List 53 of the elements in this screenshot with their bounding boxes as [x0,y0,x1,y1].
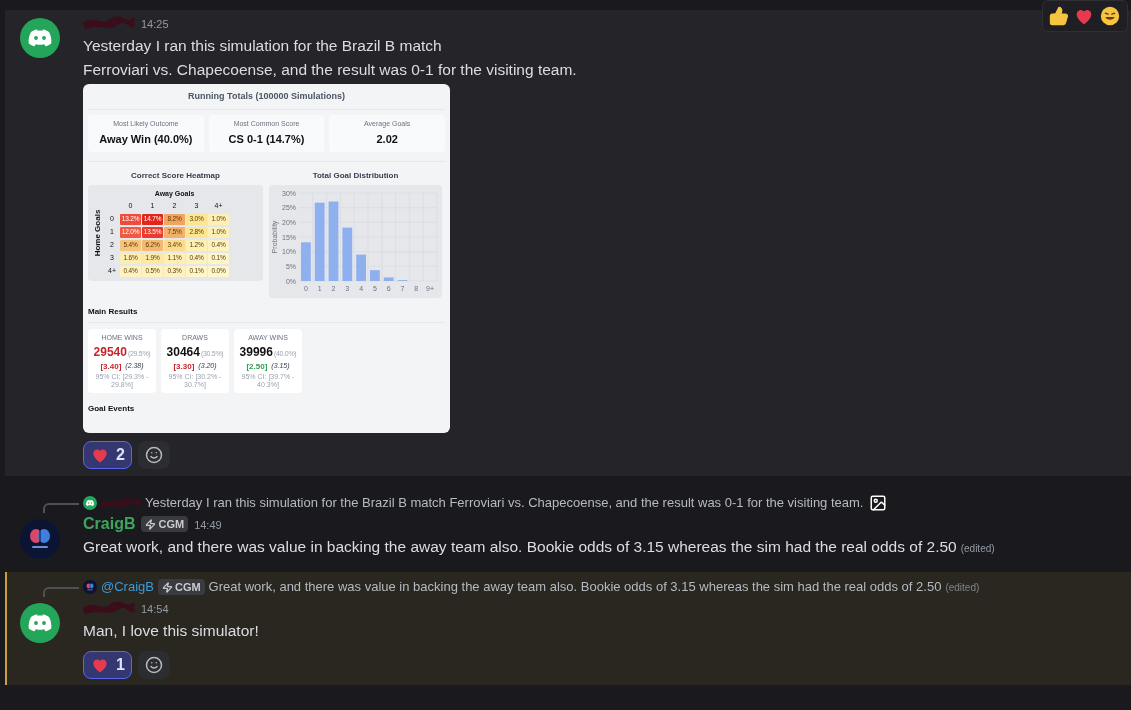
avatar-icon[interactable] [83,496,97,510]
bar [370,269,380,281]
section-heading: Main Results [88,305,139,318]
stat-value: Away Win (40.0%) [99,131,193,147]
reply-connector [43,587,79,597]
bar [342,227,353,281]
message-text: Great work, and there was value in backing the away team also. Bookie odds of 3.15 whereas the sim had the real odds of 2.50 (edited) [83,537,995,557]
timestamp: 14:25 [141,17,169,33]
avatar-icon[interactable] [20,18,60,58]
odds-value: [3.30] [173,361,195,373]
bar [301,241,311,281]
brain-avatar-icon[interactable] [20,519,60,559]
report-title: Running Totals (100000 Simulations) [187,90,346,103]
chart-title: Total Goal Distribution [312,169,399,182]
odds-value: [3.40] [100,361,122,373]
author-name[interactable]: CraigB [83,512,136,536]
laughing-face-icon[interactable] [1099,5,1121,27]
thumbs-up-icon[interactable] [1049,6,1069,26]
redaction-scribble [101,496,141,510]
add-reaction-button[interactable] [137,441,170,469]
smiley-icon [144,446,163,464]
reply-preview[interactable]: Great work, and there was value in backing the away team also. Bookie odds of 3.15 whereas the sim had the real odds of 2.50 [208,577,942,597]
heart-reaction[interactable]: 1 [83,651,132,679]
result-count: 30464 [166,344,200,361]
reply-author[interactable]: @CraigB [101,577,154,597]
timestamp: 14:49 [194,518,222,534]
message-text: Man, I love this simulator! [83,621,259,641]
heatmap-title: Correct Score Heatmap [131,169,220,182]
heart-reaction[interactable]: 2 [83,441,132,469]
edited-label: (edited) [960,543,995,554]
reply-preview[interactable]: Yesterday I ran this simulation for the Brazil B match Ferroviari vs. Chapecoense, and the result was 0-1 for the visiting team. [145,493,864,513]
avatar-icon[interactable] [20,603,60,643]
timestamp: 14:54 [141,602,169,618]
section-heading: Goal Events [88,403,136,415]
simulation-screenshot[interactable] [83,84,450,433]
stat-value: CS 0-1 (14.7%) [228,131,305,147]
smiley-icon [144,656,163,674]
bar [383,277,394,281]
message-text: Yesterday I ran this simulation for the Brazil B match [83,36,443,56]
brain-avatar-icon[interactable] [83,580,97,594]
axis-label: Home Goals [92,209,103,256]
message-text: Ferroviari vs. Chapecoense, and the result was 0-1 for the visiting team. [83,60,577,80]
result-count: 29540 [93,344,127,361]
redaction-scribble [83,600,135,616]
role-badge: CGM [157,579,205,595]
add-reaction-button[interactable] [137,651,170,679]
edited-label: (edited) [945,580,980,595]
odds-value: [2.50] [246,361,268,373]
bar [356,254,366,281]
role-badge: CGM [141,516,189,532]
result-count: 39996 [239,344,273,361]
stat-value: 2.02 [376,131,398,147]
reply-connector [43,503,79,513]
